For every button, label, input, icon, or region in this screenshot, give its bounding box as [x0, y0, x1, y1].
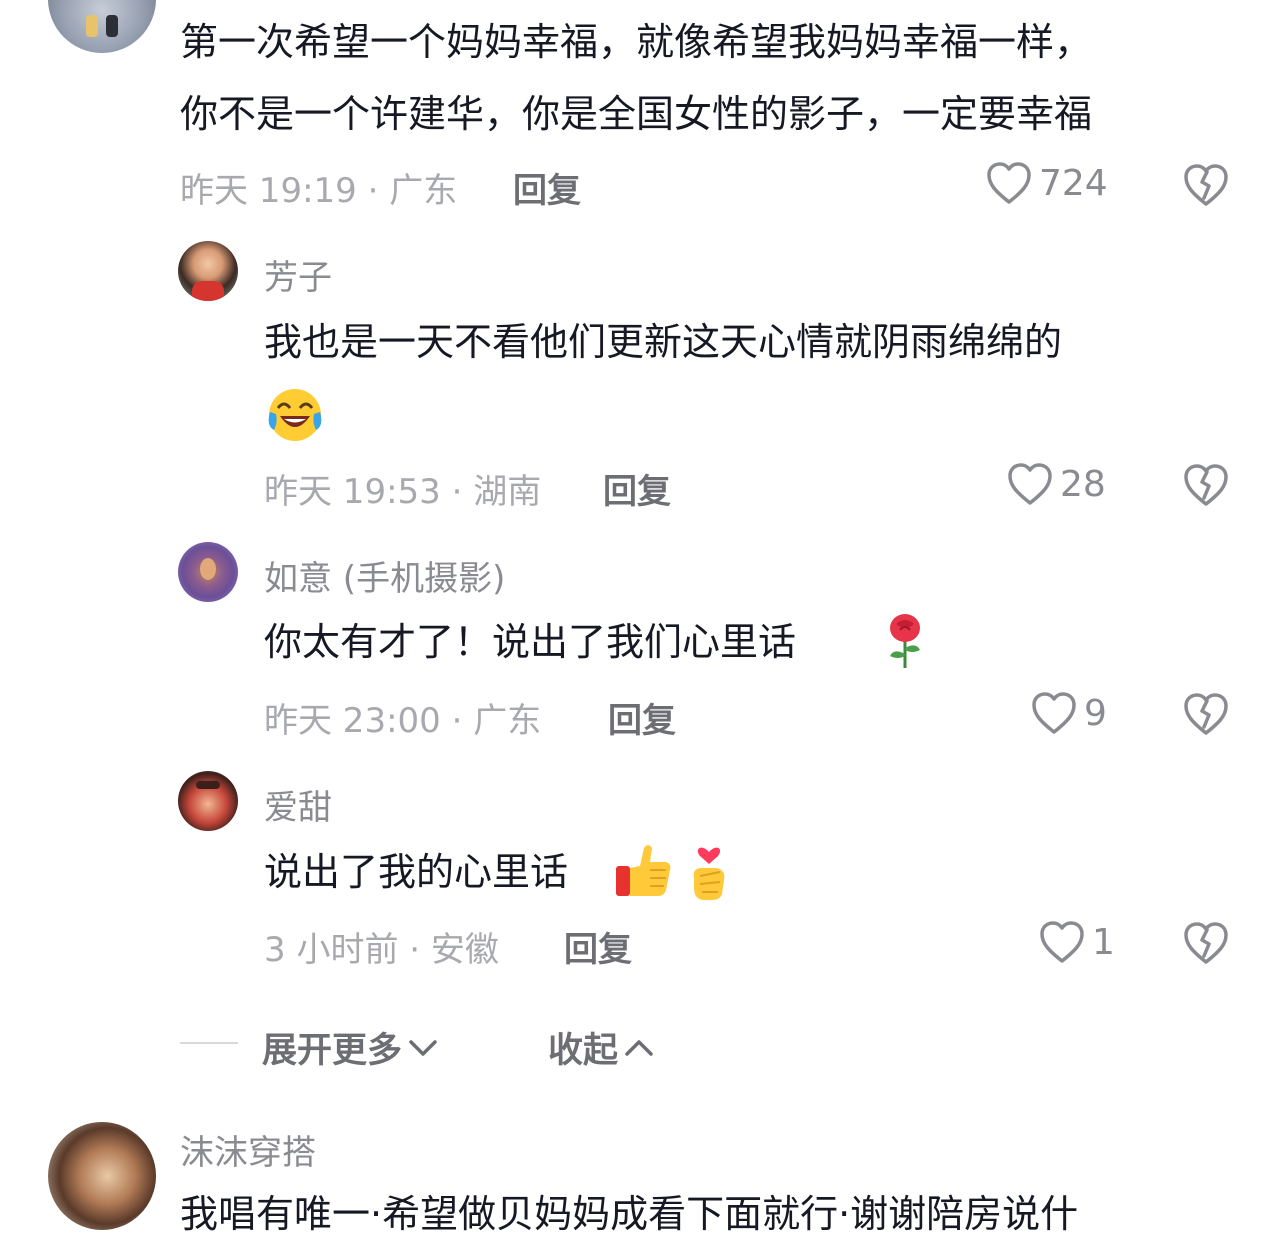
like-count: 28 [1060, 463, 1106, 505]
reply-button[interactable]: 回复 [608, 693, 676, 742]
username[interactable]: 爱甜 [264, 780, 332, 829]
username[interactable]: 芳子 [264, 250, 332, 299]
comment-meta: 昨天 19:53 · 湖南 [264, 472, 542, 512]
rose-emoji [882, 612, 928, 674]
expand-more-button[interactable]: 展开更多 [262, 1022, 440, 1073]
like-button[interactable]: 9 [1030, 690, 1107, 736]
like-button[interactable]: 1 [1038, 919, 1115, 965]
comment-meta: 3 小时前 · 安徽 [264, 930, 499, 970]
reply-button[interactable]: 回复 [564, 922, 632, 971]
collapse-button[interactable]: 收起 [548, 1022, 656, 1073]
avatar[interactable] [178, 542, 238, 602]
collapse-label: 收起 [548, 1031, 619, 1071]
laughing-crying-emoji [264, 386, 326, 448]
comment-meta: 昨天 19:19 · 广东 [180, 171, 458, 211]
avatar-detail [86, 15, 98, 37]
like-button[interactable]: 724 [985, 160, 1108, 206]
avatar[interactable] [48, 0, 156, 53]
like-count: 724 [1039, 162, 1108, 204]
avatar-detail [106, 15, 118, 37]
comment-text-partial: 我唱有唯一·希望做贝妈妈成看下面就行·谢谢陪房说什 [180, 1192, 1079, 1236]
like-count: 1 [1092, 921, 1115, 963]
broken-heart-icon[interactable] [1182, 462, 1230, 508]
heart-outline-icon [1008, 463, 1052, 505]
expand-more-label: 展开更多 [262, 1031, 403, 1071]
comment-text-line: 你不是一个许建华，你是全国女性的影子，一定要幸福 [180, 92, 1093, 136]
chevron-up-icon [625, 1039, 653, 1056]
comment-text: 你太有才了！说出了我们心里话 [264, 620, 797, 664]
reply-button[interactable]: 回复 [513, 163, 581, 212]
finger-heart-emoji [686, 838, 732, 906]
expand-divider [180, 1042, 238, 1044]
reply-button[interactable]: 回复 [603, 464, 671, 513]
comment-text-line: 第一次希望一个妈妈幸福，就像希望我妈妈幸福一样， [180, 20, 1093, 64]
comment-text: 说出了我的心里话 [264, 850, 569, 894]
broken-heart-icon[interactable] [1182, 162, 1230, 208]
like-count: 9 [1084, 692, 1107, 734]
avatar[interactable] [178, 241, 238, 301]
comment-text: 我也是一天不看他们更新这天心情就阴雨绵绵的 [264, 320, 1063, 364]
heart-outline-icon [987, 162, 1031, 204]
avatar[interactable] [48, 1122, 156, 1230]
broken-heart-icon[interactable] [1182, 691, 1230, 737]
comment-meta: 昨天 23:00 · 广东 [264, 701, 542, 741]
heart-outline-icon [1032, 692, 1076, 734]
broken-heart-icon[interactable] [1182, 920, 1230, 966]
thumbs-up-emoji [614, 840, 674, 904]
username[interactable]: 如意 (手机摄影) [264, 551, 505, 600]
chevron-down-icon [409, 1039, 437, 1056]
username[interactable]: 沫沫穿搭 [180, 1125, 316, 1174]
like-button[interactable]: 28 [1006, 461, 1106, 507]
avatar[interactable] [178, 771, 238, 831]
heart-outline-icon [1040, 921, 1084, 963]
